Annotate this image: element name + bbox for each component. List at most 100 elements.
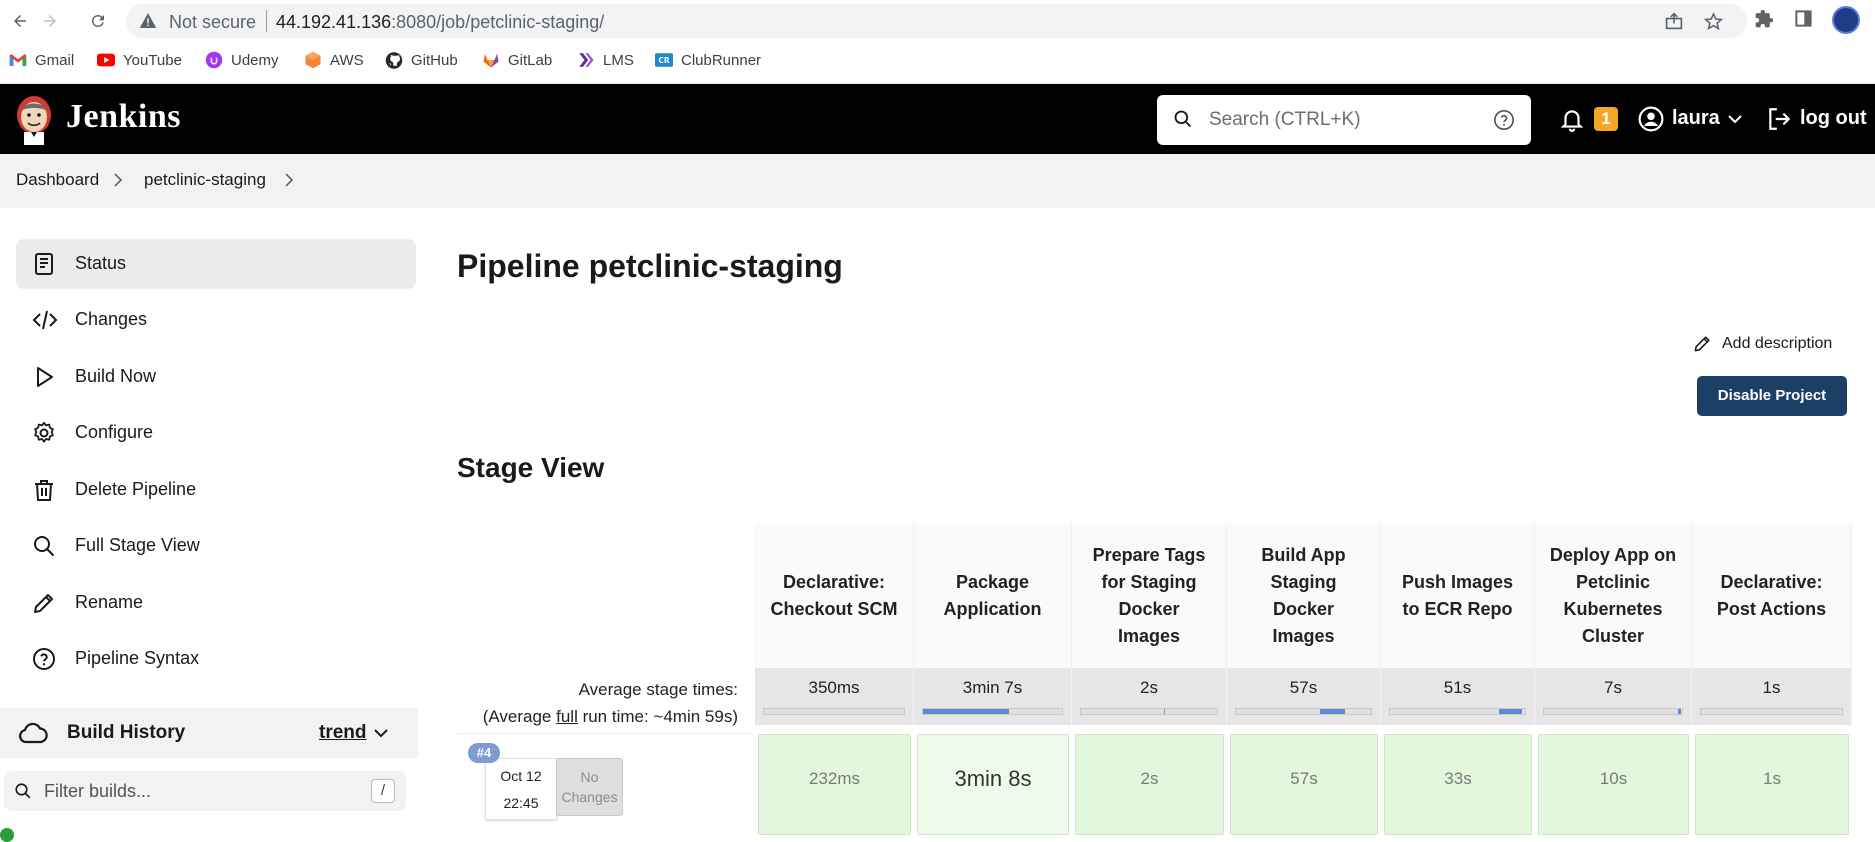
sidebar-item-configure[interactable]: Configure: [16, 408, 416, 458]
stage-header: Push Images to ECR Repo: [1381, 523, 1535, 668]
stage-average-bar: [1700, 708, 1843, 715]
sidebar-item-rename[interactable]: Rename: [16, 578, 416, 628]
user-icon[interactable]: [1638, 106, 1664, 132]
side-panel-icon[interactable]: [1794, 9, 1813, 28]
help-icon[interactable]: [1493, 109, 1515, 131]
bookmark-clubrunner[interactable]: CR ClubRunner: [655, 51, 761, 69]
chevron-down-icon[interactable]: [373, 727, 389, 739]
chevron-down-icon[interactable]: [1727, 112, 1743, 126]
stage-result-cell[interactable]: 57s: [1230, 734, 1378, 835]
sidebar-item-label: Status: [75, 253, 127, 273]
bookmark-label: AWS: [330, 51, 364, 69]
bookmark-udemy[interactable]: Udemy: [205, 51, 279, 69]
url-path: :8080/job/petclinic-staging/: [391, 12, 605, 32]
stage-average-bar: [763, 708, 905, 715]
code-icon: [32, 308, 58, 332]
bookmark-aws[interactable]: AWS: [304, 51, 364, 69]
add-description-link[interactable]: Add description: [1693, 334, 1832, 353]
security-label[interactable]: Not secure: [169, 12, 256, 33]
build-date: Oct 12: [500, 768, 542, 784]
filter-box[interactable]: /: [4, 771, 406, 811]
stage-header-label: Push Images to ECR Repo: [1401, 571, 1514, 619]
full-run-time-link[interactable]: full: [556, 707, 578, 726]
sidebar-item-changes[interactable]: Changes: [16, 295, 416, 345]
bookmark-github[interactable]: GitHub: [385, 51, 458, 69]
stage-result-cell[interactable]: 33s: [1384, 734, 1532, 835]
notification-badge[interactable]: 1: [1594, 107, 1618, 131]
youtube-icon: [97, 51, 115, 69]
disable-project-button[interactable]: Disable Project: [1697, 376, 1847, 416]
stage-header-label: Package Application: [943, 571, 1042, 619]
user-menu[interactable]: laura: [1672, 107, 1720, 130]
build-number-badge[interactable]: #4: [468, 743, 500, 763]
filter-builds: /: [0, 766, 418, 824]
stage-result-time: 10s: [1599, 769, 1628, 788]
back-arrow-icon[interactable]: [8, 9, 32, 33]
stage-result-time: 33s: [1444, 769, 1472, 788]
lms-icon: [577, 51, 595, 69]
chevron-right-icon[interactable]: [284, 173, 294, 187]
play-icon: [32, 365, 56, 389]
sidebar-item-full-stage-view[interactable]: Full Stage View: [16, 521, 416, 571]
stage-header: Build App Staging Docker Images: [1227, 523, 1381, 668]
bell-icon[interactable]: [1559, 106, 1585, 132]
url-host: 44.192.41.136: [276, 12, 392, 32]
average-stage-times-label: Average stage times: (Average full run t…: [470, 676, 738, 730]
build-history-title: Build History: [67, 722, 186, 743]
build-date-card[interactable]: Oct 12 22:45: [485, 758, 557, 820]
stage-average-time: 1s: [1762, 678, 1781, 697]
search-icon: [1173, 109, 1193, 129]
stage-result-cell[interactable]: 232ms: [758, 734, 911, 835]
sidebar-item-label: Configure: [75, 422, 154, 442]
omnibox[interactable]: Not secure 44.192.41.136:8080/job/petcli…: [126, 4, 1747, 38]
search-input[interactable]: [1209, 105, 1479, 135]
stage-average-time: 7s: [1604, 678, 1622, 697]
profile-avatar[interactable]: [1832, 6, 1860, 34]
stage-average-bar: [1235, 708, 1372, 715]
forward-arrow-icon[interactable]: [38, 9, 62, 33]
sidebar-item-build-now[interactable]: Build Now: [16, 352, 416, 402]
sidebar-item-pipeline-syntax[interactable]: Pipeline Syntax: [16, 634, 416, 684]
stage-result-cell[interactable]: 1s: [1695, 734, 1849, 835]
stage-view-title: Stage View: [457, 452, 605, 483]
trend-link[interactable]: trend: [319, 722, 367, 744]
filter-builds-input[interactable]: [44, 778, 344, 804]
stage-result-cell[interactable]: 2s: [1075, 734, 1224, 835]
search-box[interactable]: [1157, 95, 1531, 145]
stage-result-cell[interactable]: 10s: [1538, 734, 1689, 835]
stage-header: Declarative: Post Actions: [1692, 523, 1852, 668]
address-bar-row: Not secure 44.192.41.136:8080/job/petcli…: [0, 0, 1875, 42]
jenkins-title[interactable]: Jenkins: [66, 98, 181, 136]
logout-link[interactable]: log out: [1800, 107, 1867, 130]
bookmark-lms[interactable]: LMS: [577, 51, 634, 69]
pencil-icon: [1693, 334, 1712, 353]
build-row: Oct 12 22:45 #4 No Changes: [457, 733, 752, 835]
build-time: 22:45: [503, 795, 539, 811]
stage-view-table: Declarative: Checkout SCM Package Applic…: [755, 523, 1852, 835]
stage-result-cell[interactable]: 3min 8s: [917, 734, 1069, 835]
aws-icon: [304, 51, 322, 69]
share-icon[interactable]: [1664, 12, 1684, 30]
build-history-header: Build History trend: [0, 708, 418, 758]
bookmark-label: GitHub: [411, 51, 458, 69]
warning-icon[interactable]: [139, 12, 157, 29]
bookmark-star-icon[interactable]: [1704, 12, 1723, 31]
url-text[interactable]: 44.192.41.136:8080/job/petclinic-staging…: [276, 12, 604, 33]
stage-average-time: 350ms: [808, 678, 860, 697]
sidebar-item-delete-pipeline[interactable]: Delete Pipeline: [16, 465, 416, 515]
breadcrumb-job[interactable]: petclinic-staging: [144, 170, 266, 190]
stage-average-cell: 51s: [1381, 668, 1535, 725]
breadcrumb-dashboard[interactable]: Dashboard: [16, 170, 99, 190]
sidebar-item-label: Pipeline Syntax: [75, 648, 200, 668]
browser-chrome: Not secure 44.192.41.136:8080/job/petcli…: [0, 0, 1875, 84]
bookmark-youtube[interactable]: YouTube: [97, 51, 182, 69]
reload-icon[interactable]: [86, 9, 110, 33]
cloud-icon: [18, 722, 48, 744]
logout-icon[interactable]: [1766, 106, 1792, 132]
jenkins-logo-icon[interactable]: [14, 93, 54, 145]
bookmark-gitlab[interactable]: GitLab: [482, 51, 552, 69]
stage-header: Deploy App on Petclinic Kubernetes Clust…: [1535, 523, 1692, 668]
extensions-icon[interactable]: [1754, 9, 1774, 29]
sidebar-item-status[interactable]: Status: [16, 239, 416, 289]
bookmark-gmail[interactable]: Gmail: [9, 51, 74, 69]
